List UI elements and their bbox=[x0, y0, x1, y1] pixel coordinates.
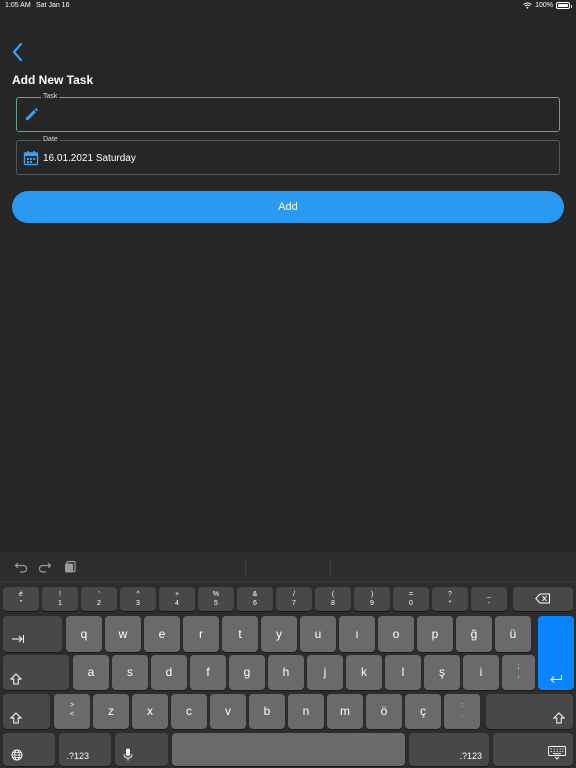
toolbar-divider bbox=[330, 558, 331, 576]
numbers-key-label: .?123 bbox=[459, 751, 482, 761]
battery-icon bbox=[556, 2, 572, 9]
shift-key-left[interactable] bbox=[3, 655, 69, 690]
status-bar: 1:05 AM Sat Jan 16 100% bbox=[0, 0, 576, 14]
key-w[interactable]: w bbox=[105, 616, 141, 652]
key-numrow-11[interactable]: ? * bbox=[432, 587, 468, 611]
microphone-icon bbox=[123, 748, 133, 761]
key-numrow-4[interactable]: +4 bbox=[159, 587, 195, 611]
date-value: 16.01.2021 Saturday bbox=[43, 153, 136, 164]
keyboard-toolbar bbox=[0, 552, 576, 582]
key-colon[interactable]: :. bbox=[444, 694, 480, 729]
status-date: Sat Jan 16 bbox=[36, 2, 70, 9]
key-j[interactable]: j bbox=[307, 655, 343, 690]
status-time: 1:05 AM bbox=[5, 2, 31, 9]
wifi-icon bbox=[523, 2, 532, 9]
shift-icon bbox=[10, 673, 22, 685]
key-f[interactable]: f bbox=[190, 655, 226, 690]
numbers-key-label: .?123 bbox=[66, 751, 89, 761]
return-key[interactable] bbox=[538, 616, 574, 690]
add-button[interactable]: Add bbox=[12, 191, 564, 223]
key-s[interactable]: s bbox=[112, 655, 148, 690]
task-field[interactable]: Task bbox=[16, 93, 560, 132]
key-numrow-8[interactable]: (8 bbox=[315, 587, 351, 611]
key-c[interactable]: c bbox=[171, 694, 207, 729]
key-l[interactable]: l bbox=[385, 655, 421, 690]
shift-icon bbox=[10, 712, 22, 724]
key-t[interactable]: t bbox=[222, 616, 258, 652]
dictation-key[interactable] bbox=[115, 733, 168, 766]
date-field[interactable]: Date 16.01.2021 Saturday bbox=[16, 136, 560, 175]
space-bar[interactable] bbox=[172, 733, 405, 766]
delete-icon bbox=[535, 593, 550, 604]
key-semicolon[interactable]: ;, bbox=[502, 655, 535, 690]
delete-key[interactable] bbox=[513, 587, 573, 611]
key-numrow-7[interactable]: /7 bbox=[276, 587, 312, 611]
key-o-umlaut[interactable]: ö bbox=[366, 694, 402, 729]
tab-key[interactable] bbox=[3, 616, 62, 652]
shift-key-left-2[interactable] bbox=[3, 694, 50, 729]
key-p[interactable]: p bbox=[417, 616, 453, 652]
task-field-label: Task bbox=[41, 93, 60, 100]
key-e[interactable]: e bbox=[144, 616, 180, 652]
key-b[interactable]: b bbox=[249, 694, 285, 729]
key-numrow-9[interactable]: ) 9 bbox=[354, 587, 390, 611]
page-title: Add New Task bbox=[12, 73, 94, 87]
key-d[interactable]: d bbox=[151, 655, 187, 690]
key-v[interactable]: v bbox=[210, 694, 246, 729]
toolbar-divider bbox=[245, 558, 246, 576]
undo-icon[interactable] bbox=[14, 560, 28, 574]
key-q[interactable]: q bbox=[66, 616, 102, 652]
key-numrow-1[interactable]: ! 1 bbox=[42, 587, 78, 611]
calendar-icon bbox=[23, 151, 39, 166]
key-numrow-10[interactable]: = 0 bbox=[393, 587, 429, 611]
date-field-label: Date bbox=[41, 136, 60, 143]
key-numrow-0[interactable]: é " bbox=[3, 587, 39, 611]
shift-key-right[interactable] bbox=[486, 694, 573, 729]
key-u-umlaut[interactable]: ü bbox=[495, 616, 531, 652]
key-numrow-2[interactable]: ' 2 bbox=[81, 587, 117, 611]
pencil-icon bbox=[25, 108, 38, 121]
return-icon bbox=[550, 675, 562, 683]
redo-icon[interactable] bbox=[38, 560, 52, 574]
back-button[interactable] bbox=[10, 42, 26, 62]
key-angle-brackets[interactable]: > < bbox=[54, 694, 90, 729]
key-o[interactable]: o bbox=[378, 616, 414, 652]
globe-key[interactable] bbox=[3, 733, 55, 766]
key-c-cedilla[interactable]: ç bbox=[405, 694, 441, 729]
shift-icon bbox=[553, 712, 565, 724]
keyboard: é " ! 1 ' 2 ^ 3 +4 % 5 & 6 /7 (8 ) 9 = 0 ? * _ - q… bbox=[0, 552, 576, 768]
numbers-key-right[interactable]: .?123 bbox=[409, 733, 489, 766]
status-right: 100% bbox=[523, 2, 572, 9]
key-numrow-5[interactable]: % 5 bbox=[198, 587, 234, 611]
globe-icon bbox=[11, 749, 23, 761]
key-n[interactable]: n bbox=[288, 694, 324, 729]
chevron-left-icon bbox=[12, 42, 23, 62]
key-i[interactable]: i bbox=[463, 655, 499, 690]
key-r[interactable]: r bbox=[183, 616, 219, 652]
key-x[interactable]: x bbox=[132, 694, 168, 729]
key-numrow-12[interactable]: _ - bbox=[471, 587, 507, 611]
battery-percent: 100% bbox=[535, 2, 553, 9]
key-h[interactable]: h bbox=[268, 655, 304, 690]
key-dotless-i[interactable]: ı bbox=[339, 616, 375, 652]
tab-icon bbox=[11, 635, 24, 643]
numbers-key-left[interactable]: .?123 bbox=[59, 733, 111, 766]
key-m[interactable]: m bbox=[327, 694, 363, 729]
keyboard-dismiss-icon bbox=[548, 746, 566, 760]
key-numrow-3[interactable]: ^ 3 bbox=[120, 587, 156, 611]
key-numrow-6[interactable]: & 6 bbox=[237, 587, 273, 611]
key-z[interactable]: z bbox=[93, 694, 129, 729]
key-a[interactable]: a bbox=[73, 655, 109, 690]
clipboard-icon[interactable] bbox=[63, 560, 77, 574]
task-input[interactable] bbox=[43, 107, 548, 125]
key-g-breve[interactable]: ğ bbox=[456, 616, 492, 652]
key-u[interactable]: u bbox=[300, 616, 336, 652]
key-s-cedilla[interactable]: ş bbox=[424, 655, 460, 690]
hide-keyboard-key[interactable] bbox=[493, 733, 573, 766]
key-y[interactable]: y bbox=[261, 616, 297, 652]
key-g[interactable]: g bbox=[229, 655, 265, 690]
key-k[interactable]: k bbox=[346, 655, 382, 690]
